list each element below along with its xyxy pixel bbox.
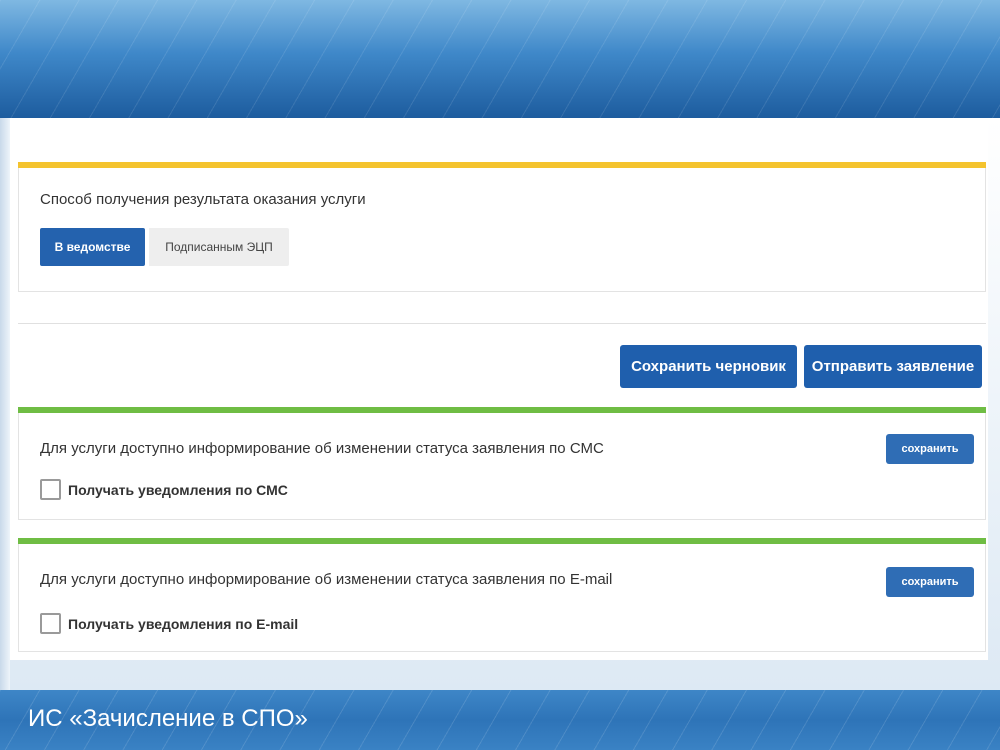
sms-checkbox-label[interactable]: Получать уведомления по СМС <box>68 482 288 498</box>
sms-checkbox-row[interactable]: Получать уведомления по СМС <box>40 479 288 500</box>
sms-save-button[interactable]: сохранить <box>886 434 974 464</box>
email-checkbox-label[interactable]: Получать уведомления по E-mail <box>68 616 298 632</box>
option-in-department-button[interactable]: В ведомстве <box>40 228 145 266</box>
footer-title: ИС «Зачисление в СПО» <box>28 705 308 732</box>
email-notification-card: Для услуги доступно информирование об из… <box>18 538 986 652</box>
option-signed-eds-button[interactable]: Подписанным ЭЦП <box>149 228 289 266</box>
sms-notification-card: Для услуги доступно информирование об из… <box>18 407 986 520</box>
green-accent-line <box>18 407 986 413</box>
result-method-card: Способ получения результата оказания усл… <box>18 162 986 292</box>
email-checkbox-row[interactable]: Получать уведомления по E-mail <box>40 613 298 634</box>
result-method-toggle: В ведомстве Подписанным ЭЦП <box>40 228 289 266</box>
frame-edge <box>0 118 10 690</box>
top-banner <box>0 0 1000 118</box>
save-draft-button[interactable]: Сохранить черновик <box>620 345 797 388</box>
sms-checkbox[interactable] <box>40 479 61 500</box>
result-method-title: Способ получения результата оказания усл… <box>40 191 366 208</box>
email-save-button[interactable]: сохранить <box>886 567 974 597</box>
divider <box>18 323 986 324</box>
yellow-accent-line <box>18 162 986 168</box>
submit-application-button[interactable]: Отправить заявление <box>804 345 982 388</box>
form-content: Способ получения результата оказания усл… <box>10 120 988 660</box>
green-accent-line <box>18 538 986 544</box>
email-checkbox[interactable] <box>40 613 61 634</box>
email-notification-title: Для услуги доступно информирование об из… <box>40 571 613 588</box>
sms-notification-title: Для услуги доступно информирование об из… <box>40 440 604 457</box>
